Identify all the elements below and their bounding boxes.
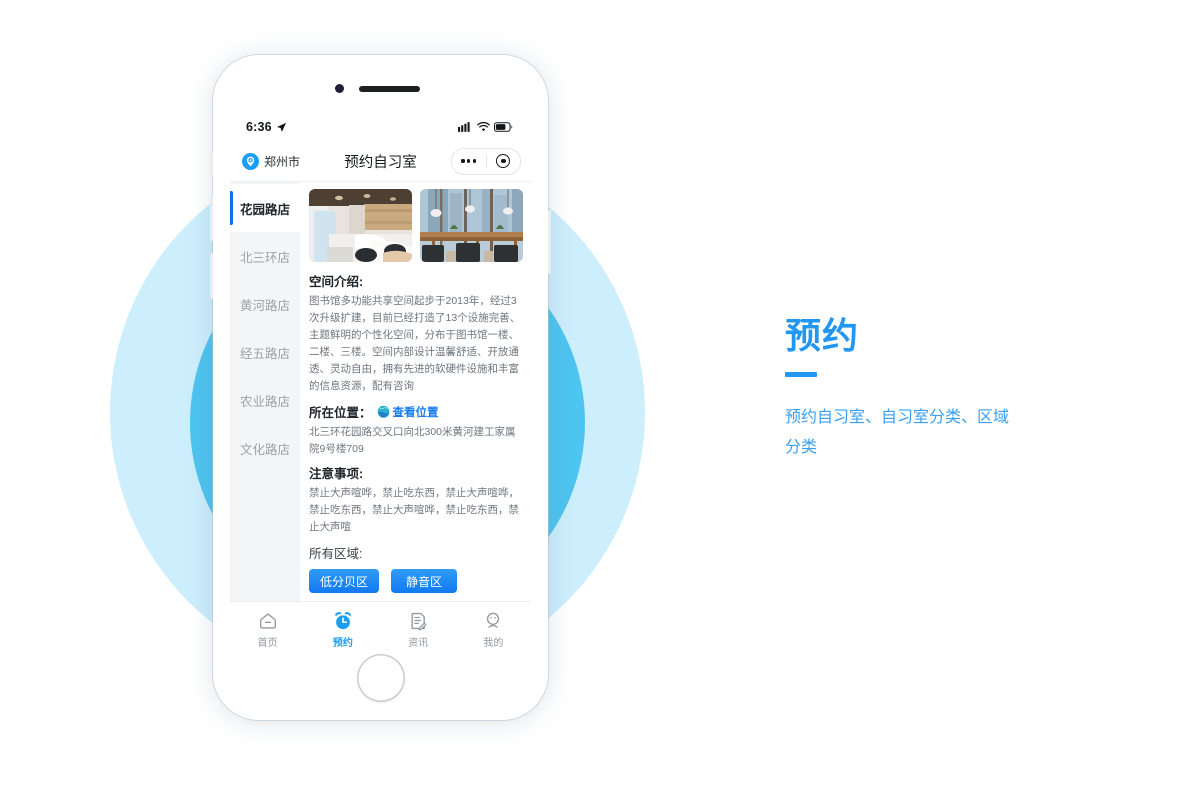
- notice-title: 注意事项:: [309, 467, 364, 481]
- area-tag-list: 低分贝区 静音区: [309, 569, 522, 593]
- sidebar-item-store-0[interactable]: 花园路店: [230, 184, 300, 232]
- tab-booking[interactable]: 预约: [305, 611, 380, 649]
- status-bar-left: 6:36: [246, 120, 287, 134]
- power-button[interactable]: [548, 210, 551, 274]
- location-title-row: 所在位置： 查看位置: [309, 402, 522, 421]
- area-tag-low-decibel[interactable]: 低分贝区: [309, 569, 380, 593]
- notice-section: 注意事项: 禁止大声喧哗，禁止吃东西，禁止大声喧哗，禁止吃东西，禁止大声喧哗，禁…: [309, 463, 522, 536]
- areas-title: 所有区域:: [309, 547, 363, 561]
- volume-down-button[interactable]: [210, 253, 213, 299]
- right-panel-description: 预约自习室、自习室分类、区域分类: [785, 409, 1010, 456]
- bottom-tab-bar: 首页 预约 资讯 我的: [230, 601, 531, 658]
- study-room-photo[interactable]: [309, 189, 412, 262]
- intro-section: 空间介绍: 图书馆多功能共享空间起步于2013年，经过3次升级扩建，目前已经打造…: [309, 271, 522, 395]
- mute-switch-button[interactable]: [210, 150, 213, 176]
- nav-bar: 郑州市 预约自习室: [230, 141, 531, 181]
- location-title: 所在位置：: [309, 406, 372, 420]
- view-location-label: 查看位置: [392, 406, 439, 419]
- photo-gallery: [309, 189, 523, 262]
- title-underline-rule: [785, 372, 817, 377]
- tab-news[interactable]: 资讯: [381, 611, 456, 649]
- camera-dot-icon: [335, 84, 344, 93]
- battery-icon: [494, 122, 513, 132]
- more-dots-icon[interactable]: [452, 159, 486, 163]
- store-detail-content: 空间介绍: 图书馆多功能共享空间起步于2013年，经过3次升级扩建，目前已经打造…: [300, 182, 531, 658]
- sidebar-item-store-1[interactable]: 北三环店: [230, 232, 300, 280]
- app-body: 花园路店 北三环店 黄河路店 经五路店 农业路店 文化路店 空间介绍: 图书馆多…: [230, 181, 531, 658]
- location-pin-icon: [242, 152, 259, 170]
- location-section: 所在位置： 查看位置 北三环花园路交叉口向北300米黄河建工家属院9号楼709: [309, 402, 522, 458]
- areas-section: 所有区域: 低分贝区 静音区: [309, 543, 522, 593]
- status-time: 6:36: [246, 120, 272, 134]
- sidebar-item-label: 黄河路店: [239, 298, 290, 313]
- sidebar-item-label: 文化路店: [239, 442, 290, 457]
- location-arrow-icon: [276, 122, 286, 132]
- tab-profile-label: 我的: [483, 638, 504, 649]
- sidebar-item-label: 农业路店: [239, 394, 290, 409]
- right-panel-title: 预约: [785, 315, 860, 356]
- area-tag-silent[interactable]: 静音区: [391, 569, 458, 593]
- tab-news-label: 资讯: [408, 638, 429, 649]
- location-address: 北三环花园路交叉口向北300米黄河建工家属院9号楼709: [309, 426, 516, 455]
- sidebar-item-label: 北三环店: [239, 250, 290, 265]
- intro-body: 图书馆多功能共享空间起步于2013年，经过3次升级扩建，目前已经打造了13个设施…: [309, 295, 521, 392]
- news-document-icon: [411, 612, 427, 631]
- phone-mockup: 6:36 郑州市 预约自习室 花园路店 北三环店 黄河路店 经五路店 农业路店 …: [210, 55, 551, 720]
- sidebar-item-store-4[interactable]: 农业路店: [230, 376, 300, 424]
- sidebar-item-store-3[interactable]: 经五路店: [230, 328, 300, 376]
- tab-booking-label: 预约: [332, 638, 353, 649]
- home-button[interactable]: [356, 654, 405, 702]
- right-info-panel: 预约 预约自习室、自习室分类、区域分类: [785, 318, 1145, 462]
- status-bar-right: [458, 122, 513, 132]
- volume-up-button[interactable]: [210, 195, 213, 241]
- earpiece-speaker-icon: [359, 86, 420, 92]
- store-sidebar: 花园路店 北三环店 黄河路店 经五路店 农业路店 文化路店: [230, 182, 300, 658]
- nav-city-label: 郑州市: [264, 154, 301, 169]
- target-circle-icon[interactable]: [487, 154, 521, 168]
- home-icon: [259, 613, 276, 629]
- sidebar-item-store-2[interactable]: 黄河路店: [230, 280, 300, 328]
- status-bar: 6:36: [230, 113, 531, 141]
- tab-home[interactable]: 首页: [230, 611, 305, 649]
- wifi-icon: [477, 122, 490, 132]
- user-profile-icon: [487, 612, 500, 628]
- sidebar-item-label: 经五路店: [239, 346, 290, 361]
- tab-profile[interactable]: 我的: [456, 611, 531, 649]
- nav-location-button[interactable]: 郑州市: [242, 152, 301, 170]
- intro-title: 空间介绍:: [309, 275, 364, 289]
- view-location-link[interactable]: 查看位置: [377, 404, 439, 420]
- window-seating-photo[interactable]: [420, 189, 523, 262]
- sidebar-item-store-5[interactable]: 文化路店: [230, 424, 300, 472]
- tab-home-label: 首页: [257, 638, 278, 649]
- phone-screen: 6:36 郑州市 预约自习室 花园路店 北三环店 黄河路店 经五路店 农业路店 …: [230, 113, 531, 658]
- miniprogram-capsule: [451, 147, 521, 175]
- alarm-clock-icon: [334, 612, 351, 630]
- sidebar-item-label: 花园路店: [239, 202, 290, 217]
- globe-location-icon: [377, 405, 389, 418]
- notice-body: 禁止大声喧哗，禁止吃东西，禁止大声喧哗，禁止吃东西，禁止大声喧哗，禁止吃东西，禁…: [309, 487, 519, 533]
- cellular-signal-icon: [458, 122, 470, 132]
